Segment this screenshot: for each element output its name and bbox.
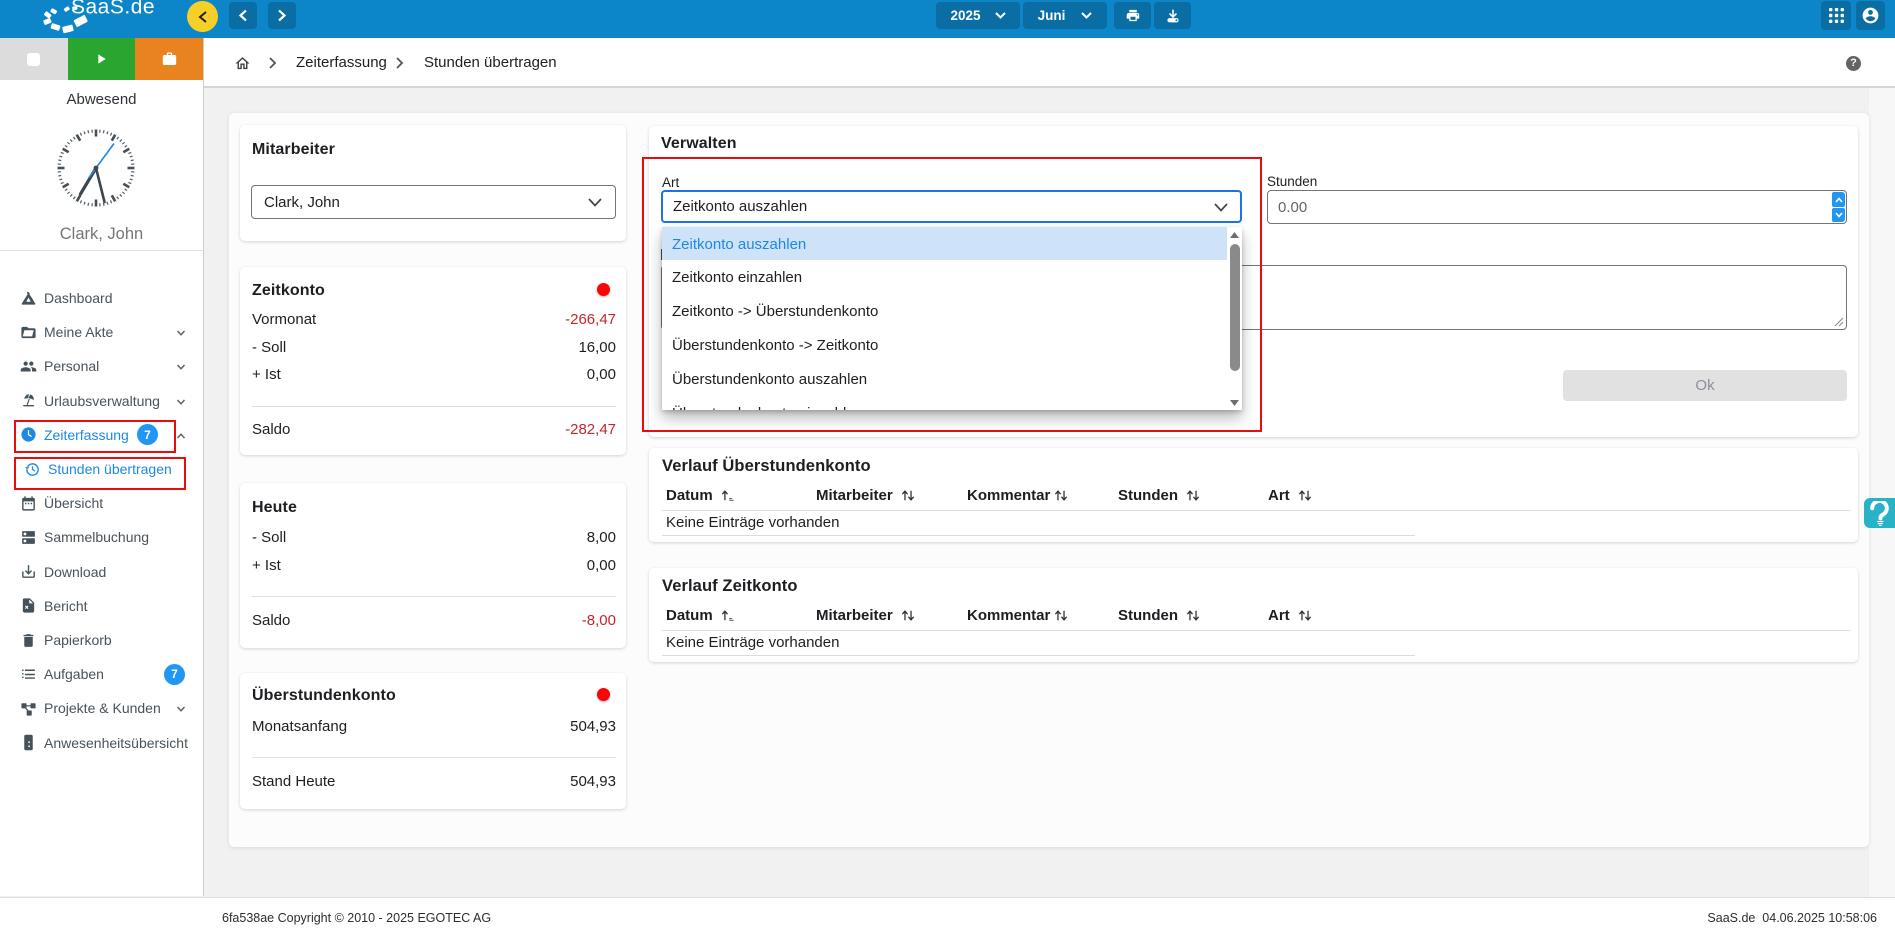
svg-text:SaaS.de: SaaS.de (71, 0, 155, 19)
